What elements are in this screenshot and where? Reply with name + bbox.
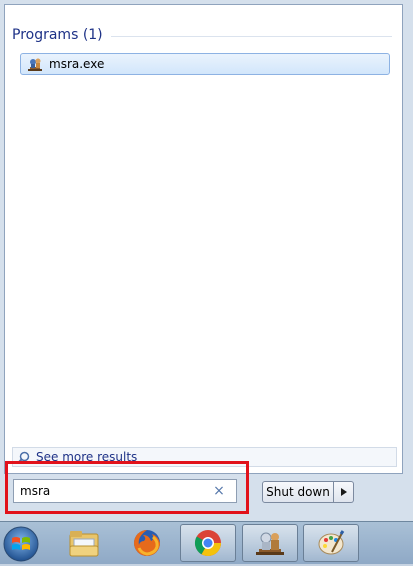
result-item-msra[interactable]: msra.exe xyxy=(20,53,390,75)
search-box[interactable]: × xyxy=(13,479,237,503)
search-results-pane: Programs (1) msra.exe See more results xyxy=(4,4,403,474)
taskbar-firefox-button[interactable] xyxy=(119,524,175,562)
section-title: Programs (1) xyxy=(12,27,103,43)
shutdown-control: Shut down xyxy=(262,481,357,503)
see-more-label: See more results xyxy=(36,450,138,464)
windows-logo-icon xyxy=(3,526,39,562)
folder-icon xyxy=(69,531,99,557)
chrome-icon xyxy=(194,530,222,557)
firefox-icon xyxy=(134,530,160,556)
result-item-label: msra.exe xyxy=(49,57,105,71)
remote-assistance-icon xyxy=(28,58,42,71)
taskbar-remote-assistance-button[interactable] xyxy=(242,524,298,562)
taskbar xyxy=(0,521,413,564)
shutdown-options-button[interactable] xyxy=(334,481,354,503)
start-menu: Programs (1) msra.exe See more results m… xyxy=(0,0,413,521)
search-icon xyxy=(17,451,30,464)
chevron-right-icon xyxy=(340,488,347,496)
palette-icon xyxy=(318,530,345,555)
taskbar-chrome-button[interactable] xyxy=(180,524,236,562)
section-divider xyxy=(110,35,392,37)
taskbar-paint-button[interactable] xyxy=(303,524,359,562)
programs-section-header: Programs (1) xyxy=(12,26,392,44)
start-button[interactable] xyxy=(2,525,40,563)
see-more-results-link[interactable]: See more results xyxy=(12,447,397,467)
taskbar-explorer-button[interactable] xyxy=(56,524,112,562)
remote-assistance-icon xyxy=(256,532,284,555)
shutdown-button[interactable]: Shut down xyxy=(262,481,334,503)
clear-search-icon[interactable]: × xyxy=(212,483,226,499)
search-input[interactable] xyxy=(20,484,210,498)
